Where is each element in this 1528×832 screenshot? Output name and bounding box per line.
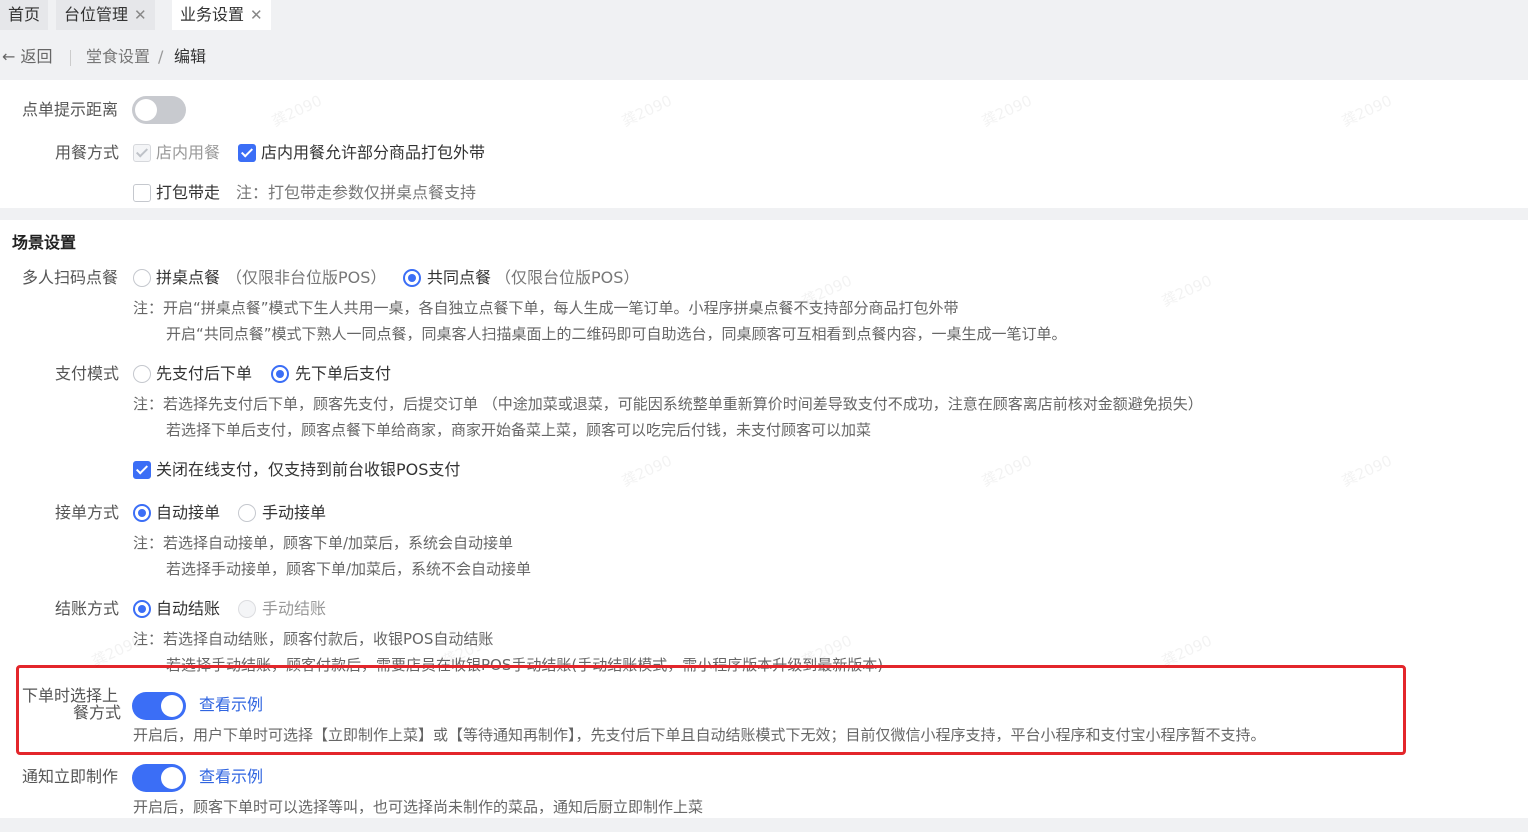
breadcrumb: ← 返回 堂食设置 / 编辑 bbox=[0, 42, 1528, 72]
close-online-pay-checkbox[interactable] bbox=[133, 461, 151, 479]
allow-takeout-label[interactable]: 店内用餐允许部分商品打包外带 bbox=[261, 143, 485, 163]
tab-business-settings[interactable]: 业务设置 ✕ bbox=[172, 0, 271, 30]
multi-scan-label: 多人扫码点餐 bbox=[22, 268, 119, 287]
radio-manual-accept[interactable] bbox=[238, 504, 256, 522]
shared-table-hint: （仅限非台位版POS） bbox=[226, 268, 387, 287]
tab-label: 业务设置 bbox=[180, 5, 245, 24]
pay-first-label[interactable]: 先支付后下单 bbox=[156, 364, 252, 384]
switch-knob bbox=[161, 767, 183, 789]
tab-bar: 首页 台位管理 ✕ 业务设置 ✕ bbox=[0, 0, 1528, 30]
radio-dot bbox=[138, 509, 146, 517]
takeaway-label[interactable]: 打包带走 bbox=[156, 183, 220, 203]
payment-mode-label: 支付模式 bbox=[55, 364, 120, 383]
radio-group-order[interactable] bbox=[403, 269, 421, 287]
order-prompt-switch[interactable] bbox=[132, 96, 186, 124]
dine-in-checkbox bbox=[133, 144, 151, 162]
manual-accept-label[interactable]: 手动接单 bbox=[262, 503, 326, 523]
order-first-label[interactable]: 先下单后支付 bbox=[295, 364, 391, 384]
radio-order-first[interactable] bbox=[271, 365, 289, 383]
tab-label: 首页 bbox=[8, 5, 41, 24]
tab-table-management[interactable]: 台位管理 ✕ bbox=[56, 0, 155, 30]
notify-note: 开启后，顾客下单时可以选择等叫，也可选择尚未制作的菜品，通知后厨立即制作上菜 bbox=[133, 798, 704, 816]
multi-scan-note-1: 注：开启“拼桌点餐”模式下生人共用一桌，各自独立点餐下单，每人生成一笔订单。小程… bbox=[133, 299, 959, 317]
radio-shared-table[interactable] bbox=[133, 269, 151, 287]
tab-home[interactable]: 首页 bbox=[0, 0, 49, 30]
takeaway-note: 注：打包带走参数仅拼桌点餐支持 bbox=[236, 183, 477, 202]
manual-checkout-label: 手动结账 bbox=[262, 599, 327, 618]
shared-table-label[interactable]: 拼桌点餐 bbox=[156, 268, 220, 288]
auto-accept-label[interactable]: 自动接单 bbox=[156, 503, 220, 523]
takeaway-checkbox[interactable] bbox=[133, 184, 151, 202]
close-online-pay-label[interactable]: 关闭在线支付，仅支持到前台收银POS支付 bbox=[156, 460, 460, 480]
radio-dot bbox=[408, 274, 416, 282]
radio-auto-accept[interactable] bbox=[133, 504, 151, 522]
check-icon bbox=[135, 145, 149, 158]
divider bbox=[70, 50, 71, 66]
group-order-hint: （仅限台位版POS） bbox=[495, 268, 640, 287]
check-icon bbox=[240, 145, 254, 158]
order-prompt-label: 点单提示距离 bbox=[22, 100, 119, 119]
switch-knob bbox=[135, 99, 157, 121]
breadcrumb-parent[interactable]: 堂食设置 bbox=[86, 42, 150, 72]
radio-dot bbox=[138, 605, 146, 613]
highlight-box bbox=[16, 665, 1406, 755]
notify-switch[interactable] bbox=[132, 764, 186, 792]
accept-note-1: 注：若选择自动接单，顾客下单/加菜后，系统会自动接单 bbox=[133, 534, 514, 552]
auto-checkout-label[interactable]: 自动结账 bbox=[156, 599, 220, 619]
dine-in-label: 店内用餐 bbox=[156, 143, 221, 162]
radio-manual-checkout bbox=[238, 600, 256, 618]
section-title: 场景设置 bbox=[12, 233, 77, 252]
radio-dot bbox=[276, 370, 284, 378]
multi-scan-note-2: 开启“共同点餐”模式下熟人一同点餐，同桌客人扫描桌面上的二维码即可自助选台，同桌… bbox=[166, 325, 1067, 343]
tab-label: 台位管理 bbox=[64, 5, 129, 24]
accept-mode-label: 接单方式 bbox=[55, 503, 120, 522]
payment-note-2: 若选择下单后支付，顾客点餐下单给商家，商家开始备菜上菜，顾客可以吃完后付钱，未支… bbox=[166, 421, 872, 439]
checkout-mode-label: 结账方式 bbox=[55, 599, 120, 618]
checkout-note-1: 注：若选择自动结账，顾客付款后，收银POS自动结账 bbox=[133, 630, 494, 648]
radio-pay-first[interactable] bbox=[133, 365, 151, 383]
back-button[interactable]: ← 返回 bbox=[2, 42, 53, 72]
accept-note-2: 若选择手动接单，顾客下单/加菜后，系统不会自动接单 bbox=[166, 560, 532, 578]
group-order-label[interactable]: 共同点餐 bbox=[427, 268, 491, 288]
notify-label: 通知立即制作 bbox=[22, 767, 119, 786]
radio-auto-checkout[interactable] bbox=[133, 600, 151, 618]
payment-note-1: 注：若选择先支付后下单，顾客先支付，后提交订单 （中途加菜或退菜，可能因系统整单… bbox=[133, 395, 1203, 413]
breadcrumb-separator: / bbox=[158, 47, 164, 66]
breadcrumb-current: 编辑 bbox=[174, 47, 207, 66]
allow-takeout-checkbox[interactable] bbox=[238, 144, 256, 162]
dining-mode-label: 用餐方式 bbox=[55, 143, 120, 162]
close-icon[interactable]: ✕ bbox=[134, 6, 147, 24]
dining-settings-card: 点单提示距离 用餐方式 店内用餐 店内用餐允许部分商品打包外带 打包带走 注：打… bbox=[0, 80, 1528, 208]
close-icon[interactable]: ✕ bbox=[250, 6, 263, 24]
check-icon bbox=[135, 462, 149, 475]
notify-example-link[interactable]: 查看示例 bbox=[199, 767, 263, 787]
